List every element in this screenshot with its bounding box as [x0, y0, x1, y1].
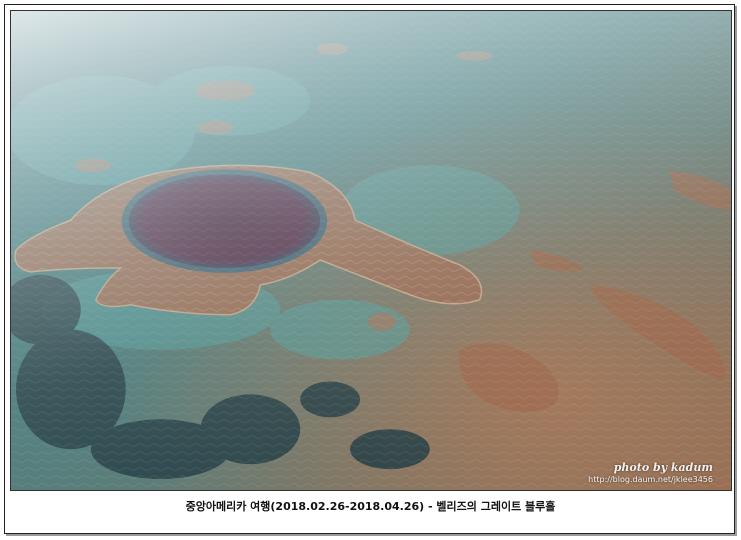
watermark-signature: photo by kadum — [613, 461, 713, 475]
aerial-photo-great-blue-hole: photo by kadum http://blog.daum.net/jkle… — [10, 10, 732, 491]
photo-caption: 중앙아메리카 여행(2018.02.26-2018.04.26) - 벨리즈의 … — [185, 500, 556, 513]
photo-watermark: photo by kadum http://blog.daum.net/jkle… — [588, 462, 713, 484]
watermark-url: http://blog.daum.net/jklee3456 — [588, 474, 713, 484]
aerial-photo-image — [11, 11, 731, 490]
